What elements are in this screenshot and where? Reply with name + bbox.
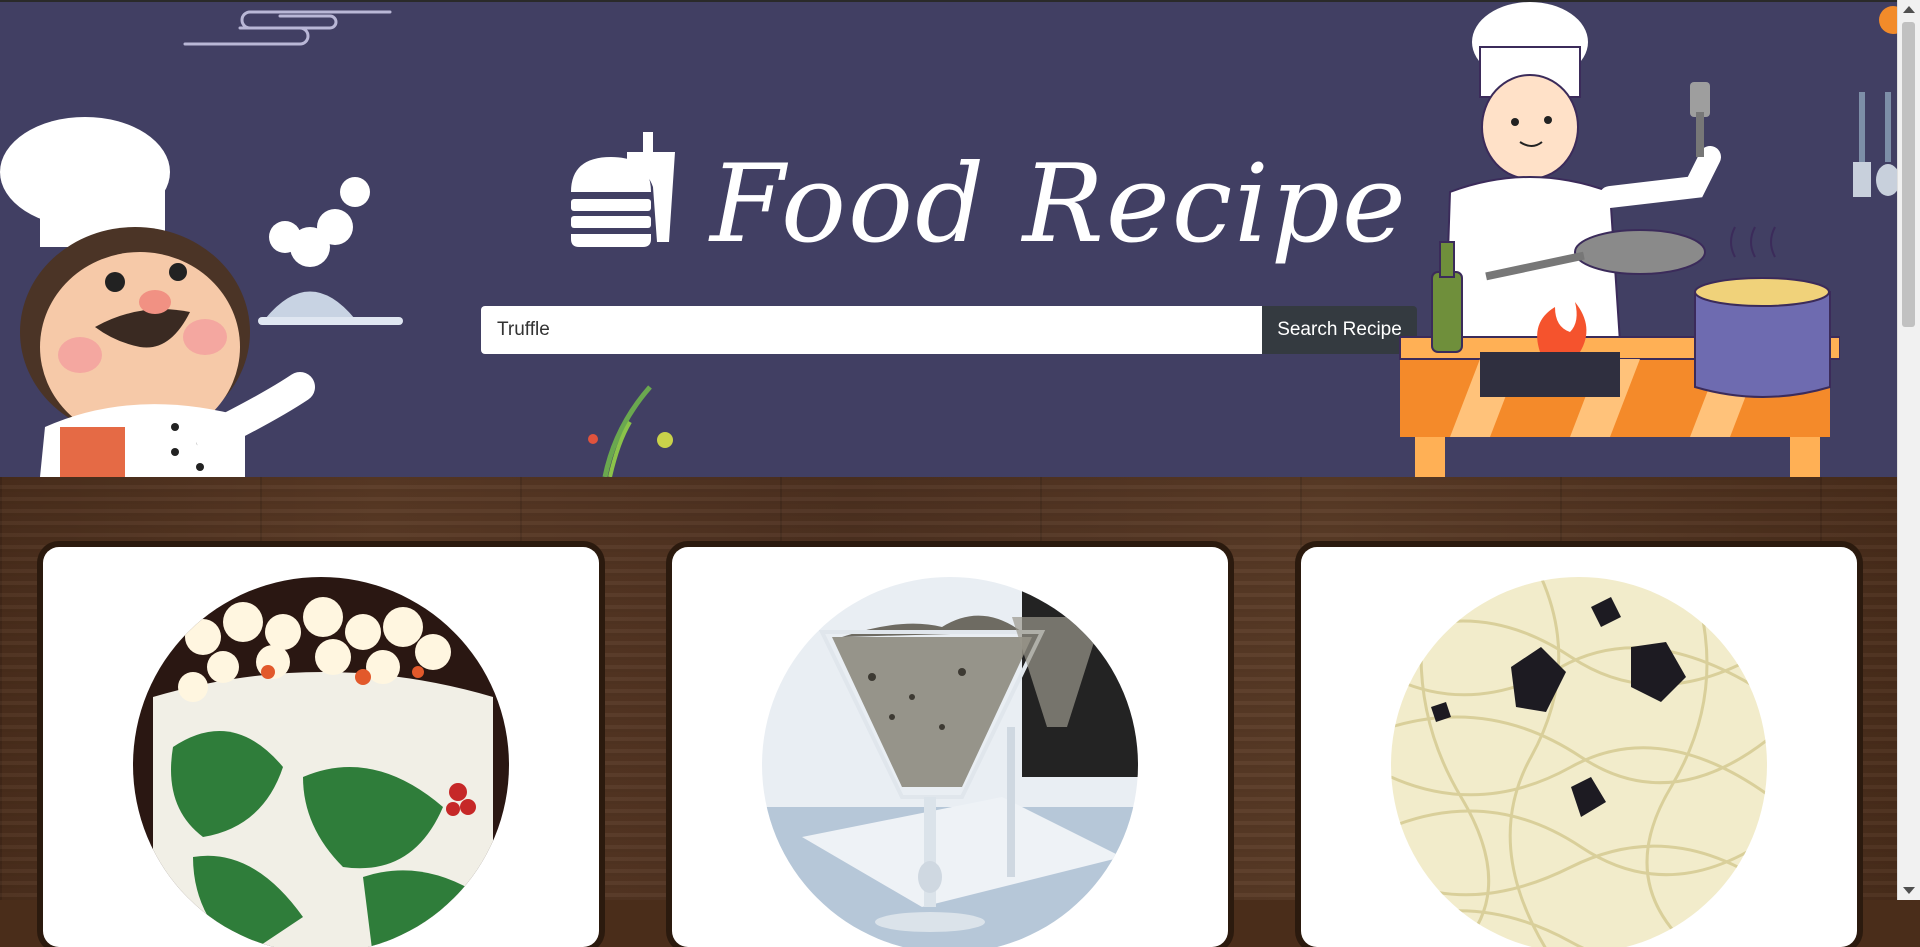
page-scrollbar[interactable] — [1897, 0, 1920, 900]
scrollbar-thumb[interactable] — [1902, 22, 1915, 327]
hanging-utensils-decoration — [1853, 6, 1898, 197]
popcorn-image — [133, 577, 509, 947]
hero-header: Food Recipe Search Recipe — [0, 2, 1898, 477]
chef-with-cloche-illustration — [0, 117, 403, 477]
logo-text: Food Recipe — [710, 142, 1408, 267]
recipe-image[interactable] — [133, 577, 509, 947]
recipe-image[interactable] — [762, 577, 1138, 947]
recipe-card[interactable] — [43, 547, 599, 947]
search-input[interactable] — [481, 306, 1262, 354]
burger-drink-icon — [571, 132, 675, 247]
food-recipe-logo[interactable]: Food Recipe — [565, 120, 1406, 290]
scroll-up-arrow-icon[interactable] — [1903, 6, 1915, 13]
cloud-lines-decoration — [183, 10, 392, 46]
spaghetti-truffle-image — [1391, 577, 1767, 947]
herb-sprig-decoration — [588, 385, 673, 477]
recipe-search-form: Search Recipe — [481, 306, 1417, 354]
recipe-card[interactable] — [672, 547, 1228, 947]
scroll-down-arrow-icon[interactable] — [1903, 887, 1915, 894]
chef-cooking-illustration — [1399, 2, 1840, 477]
truffle-mousse-image — [762, 577, 1138, 947]
recipe-card[interactable] — [1301, 547, 1857, 947]
recipe-image[interactable] — [1391, 577, 1767, 947]
